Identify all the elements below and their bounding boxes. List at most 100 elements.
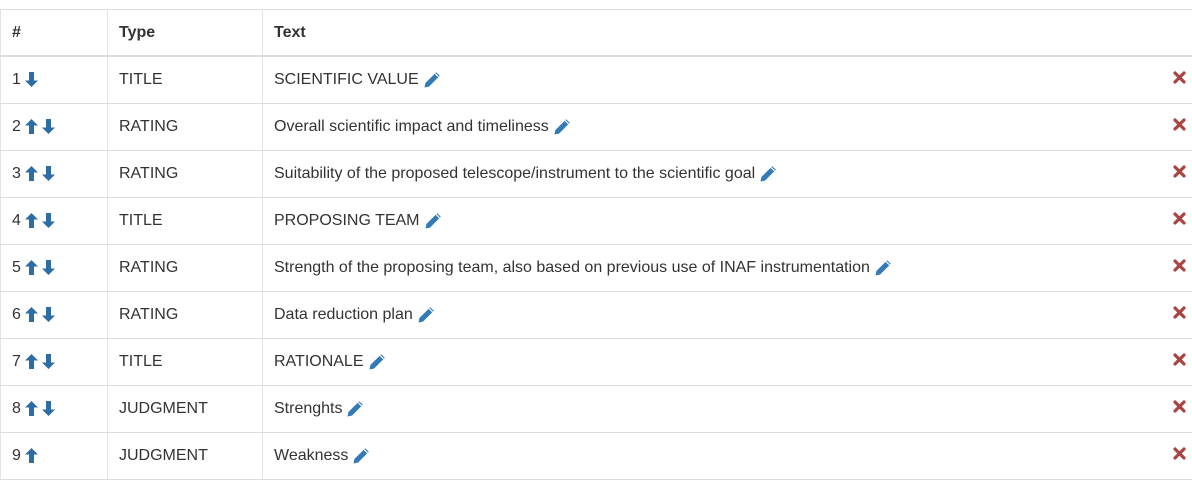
row-num-cell: 6 [0, 291, 108, 339]
header-num: # [0, 9, 108, 57]
row-num-cell: 8 [0, 385, 108, 433]
pencil-icon[interactable] [424, 212, 442, 230]
header-type: Type [107, 9, 263, 57]
row-number: 4 [12, 211, 21, 229]
move-down-icon[interactable] [24, 72, 38, 88]
row-text: Strenghts [274, 399, 343, 417]
row-type: TITLE [107, 338, 263, 386]
table-row: 5 RATING Strength of the proposing team, a… [0, 244, 1192, 292]
table-header: # Type Text [0, 9, 1192, 57]
move-down-icon[interactable] [41, 119, 55, 135]
row-text: Overall scientific impact and timeliness [274, 117, 549, 135]
row-text-cell: RATIONALE [262, 338, 1146, 386]
row-number: 2 [12, 117, 21, 135]
row-num-cell: 3 [0, 150, 108, 198]
table-row: 3 RATING Suitability of the proposed teles… [0, 150, 1192, 198]
row-type: TITLE [107, 56, 263, 104]
pencil-icon[interactable] [417, 306, 435, 324]
row-action-cell [1146, 432, 1192, 480]
delete-icon[interactable] [1173, 212, 1186, 225]
row-action-cell [1146, 56, 1192, 104]
move-down-icon[interactable] [41, 213, 55, 229]
table-row: 7 TITLE RATIONALE [0, 338, 1192, 386]
row-text-cell: Strenghts [262, 385, 1146, 433]
delete-icon[interactable] [1173, 306, 1186, 319]
move-down-icon[interactable] [41, 401, 55, 417]
table-row: 9 JUDGMENT Weakness [0, 432, 1192, 480]
move-down-icon[interactable] [41, 166, 55, 182]
row-type: JUDGMENT [107, 432, 263, 480]
row-text: RATIONALE [274, 352, 364, 370]
move-up-icon[interactable] [24, 260, 38, 276]
row-type: TITLE [107, 197, 263, 245]
delete-icon[interactable] [1173, 259, 1186, 272]
row-text-cell: PROPOSING TEAM [262, 197, 1146, 245]
move-up-icon[interactable] [24, 448, 38, 464]
row-text: SCIENTIFIC VALUE [274, 70, 419, 88]
row-text: Suitability of the proposed telescope/in… [274, 164, 756, 182]
move-up-icon[interactable] [24, 166, 38, 182]
table-row: 8 JUDGMENT Strenghts [0, 385, 1192, 433]
row-number: 7 [12, 352, 21, 370]
row-text: Data reduction plan [274, 305, 413, 323]
pencil-icon[interactable] [553, 118, 571, 136]
move-down-icon[interactable] [41, 354, 55, 370]
row-text: PROPOSING TEAM [274, 211, 420, 229]
row-num-cell: 9 [0, 432, 108, 480]
row-type: RATING [107, 103, 263, 151]
row-action-cell [1146, 197, 1192, 245]
row-action-cell [1146, 338, 1192, 386]
row-text-cell: Suitability of the proposed telescope/in… [262, 150, 1146, 198]
move-up-icon[interactable] [24, 354, 38, 370]
header-row: # Type Text [0, 9, 1192, 57]
delete-icon[interactable] [1173, 71, 1186, 84]
row-text: Strength of the proposing team, also bas… [274, 258, 870, 276]
row-num-cell: 4 [0, 197, 108, 245]
delete-icon[interactable] [1173, 400, 1186, 413]
move-up-icon[interactable] [24, 119, 38, 135]
delete-icon[interactable] [1173, 353, 1186, 366]
table-body: 1 TITLE SCIENTIFIC VALUE 2 RATING Overall sci… [0, 56, 1192, 480]
table-row: 6 RATING Data reduction plan [0, 291, 1192, 339]
row-action-cell [1146, 385, 1192, 433]
questions-table: # Type Text 1 TITLE SCIENTIFIC VALUE 2 RATIN… [0, 9, 1192, 480]
row-type: RATING [107, 244, 263, 292]
row-num-cell: 1 [0, 56, 108, 104]
table-row: 2 RATING Overall scientific impact and tim… [0, 103, 1192, 151]
row-number: 5 [12, 258, 21, 276]
row-number: 3 [12, 164, 21, 182]
row-number: 1 [12, 70, 21, 88]
row-text-cell: Overall scientific impact and timeliness [262, 103, 1146, 151]
move-up-icon[interactable] [24, 307, 38, 323]
delete-icon[interactable] [1173, 118, 1186, 131]
pencil-icon[interactable] [352, 447, 370, 465]
row-num-cell: 7 [0, 338, 108, 386]
move-up-icon[interactable] [24, 213, 38, 229]
pencil-icon[interactable] [759, 165, 777, 183]
table-row: 1 TITLE SCIENTIFIC VALUE [0, 56, 1192, 104]
pencil-icon[interactable] [874, 259, 892, 277]
move-down-icon[interactable] [41, 307, 55, 323]
row-action-cell [1146, 103, 1192, 151]
questions-table-container: # Type Text 1 TITLE SCIENTIFIC VALUE 2 RATIN… [0, 0, 1192, 481]
pencil-icon[interactable] [368, 353, 386, 371]
row-action-cell [1146, 150, 1192, 198]
row-type: RATING [107, 291, 263, 339]
delete-icon[interactable] [1173, 165, 1186, 178]
header-text: Text [262, 9, 1146, 57]
row-text-cell: SCIENTIFIC VALUE [262, 56, 1146, 104]
delete-icon[interactable] [1173, 447, 1186, 460]
row-number: 9 [12, 446, 21, 464]
pencil-icon[interactable] [423, 71, 441, 89]
row-action-cell [1146, 291, 1192, 339]
row-text-cell: Strength of the proposing team, also bas… [262, 244, 1146, 292]
move-up-icon[interactable] [24, 401, 38, 417]
row-type: JUDGMENT [107, 385, 263, 433]
move-down-icon[interactable] [41, 260, 55, 276]
pencil-icon[interactable] [346, 400, 364, 418]
table-row: 4 TITLE PROPOSING TEAM [0, 197, 1192, 245]
row-num-cell: 2 [0, 103, 108, 151]
header-action [1146, 9, 1192, 57]
row-number: 8 [12, 399, 21, 417]
row-action-cell [1146, 244, 1192, 292]
